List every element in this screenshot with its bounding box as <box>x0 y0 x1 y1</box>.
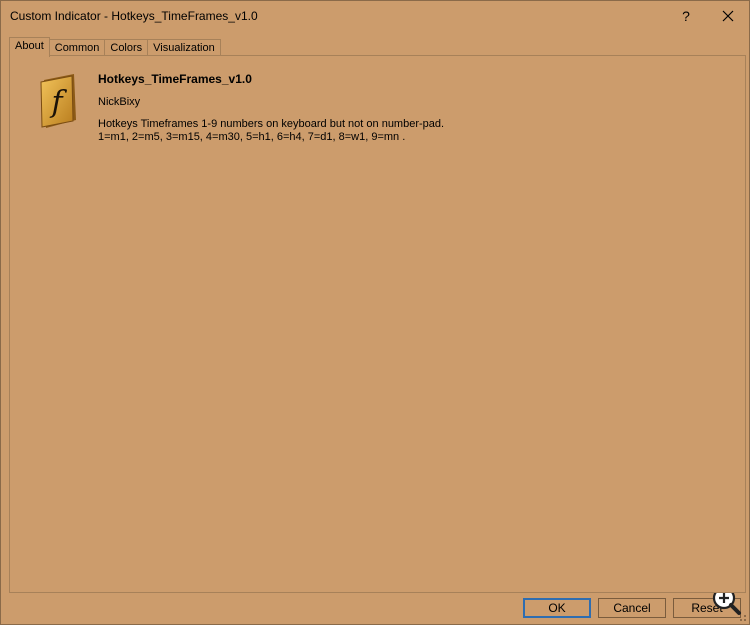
title-bar: Custom Indicator - Hotkeys_TimeFrames_v1… <box>1 1 749 31</box>
help-button[interactable]: ? <box>671 5 701 27</box>
close-icon <box>722 10 734 22</box>
tab-strip: About Common Colors Visualization <box>9 37 221 57</box>
indicator-dialog: Custom Indicator - Hotkeys_TimeFrames_v1… <box>0 0 750 625</box>
description-line: Hotkeys Timeframes 1-9 numbers on keyboa… <box>98 118 445 130</box>
window-title: Custom Indicator - Hotkeys_TimeFrames_v1… <box>10 9 258 23</box>
indicator-name: Hotkeys_TimeFrames_v1.0 <box>98 72 252 86</box>
indicator-description: Hotkeys Timeframes 1-9 numbers on keyboa… <box>98 118 444 144</box>
tab-about[interactable]: About <box>9 37 50 57</box>
description-line: 1=m1, 2=m5, 3=m15, 4=m30, 5=h1, 6=h4, 7=… <box>98 131 406 143</box>
author-name: NickBixy <box>98 96 141 108</box>
ok-button[interactable]: OK <box>523 598 591 618</box>
close-button[interactable] <box>713 5 743 27</box>
cancel-button[interactable]: Cancel <box>598 598 666 618</box>
resize-grip-icon[interactable] <box>737 612 747 622</box>
about-panel: f Hotkeys_TimeFrames_v1.0 NickBixy Hotke… <box>9 55 746 593</box>
function-f-icon: f <box>36 72 80 130</box>
